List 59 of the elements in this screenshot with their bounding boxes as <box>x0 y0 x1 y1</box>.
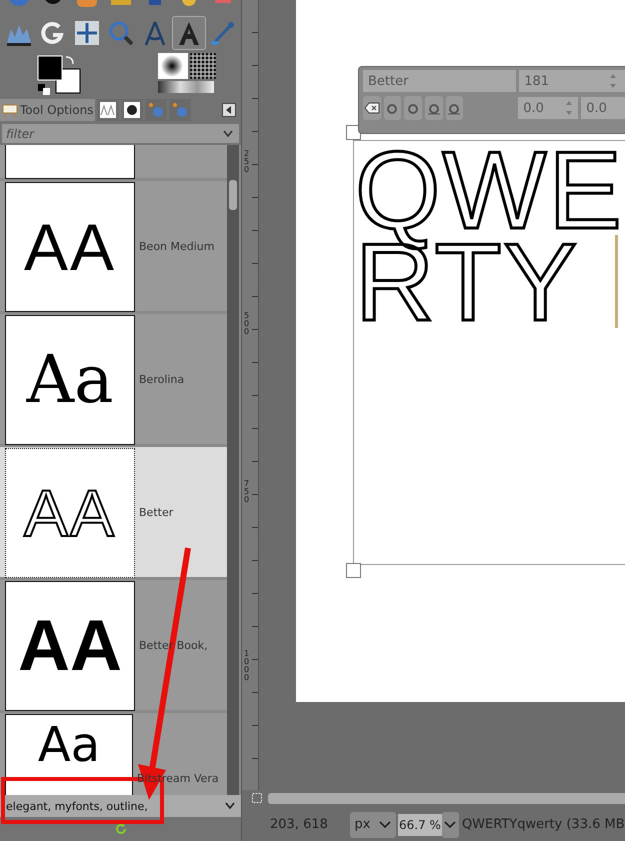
refresh-icon[interactable] <box>114 822 128 836</box>
move-icon <box>73 19 101 47</box>
font-icon <box>100 102 116 118</box>
strikethrough-button[interactable] <box>446 96 464 120</box>
easel-icon <box>2 103 18 117</box>
font-preview: AA <box>24 214 116 280</box>
font-list-item[interactable]: AA Better <box>0 447 227 577</box>
font-preview: Aa <box>38 721 100 769</box>
pattern-preview-icon[interactable] <box>190 53 216 79</box>
brush-preview-icon[interactable] <box>158 53 188 79</box>
italic-button[interactable] <box>404 96 422 120</box>
font-preview: Aa <box>26 347 114 413</box>
tab-menu-button[interactable] <box>222 103 236 117</box>
font-list-item[interactable]: AA Beon Medium <box>0 181 227 311</box>
font-list-item[interactable]: Aa Berolina <box>0 314 227 444</box>
unit-dropdown[interactable]: px <box>350 812 396 838</box>
tool-button[interactable] <box>172 16 206 50</box>
font-preview: AA <box>24 480 116 546</box>
resize-handle[interactable] <box>346 125 361 140</box>
font-name: Beon Medium <box>139 240 214 252</box>
underline-button[interactable] <box>424 96 443 120</box>
brush-icon <box>124 102 140 118</box>
ruler-label: 750 <box>244 480 250 504</box>
tag-field[interactable]: elegant, myfonts, outline, <box>0 795 241 817</box>
clear-icon <box>364 101 380 115</box>
scrollbar-thumb[interactable] <box>229 180 237 210</box>
horizontal-scrollbar[interactable] <box>268 792 625 804</box>
resize-handle[interactable] <box>346 563 361 578</box>
font-preview: AA <box>18 610 122 682</box>
zoom-field[interactable]: 66.7 % <box>398 814 442 836</box>
quick-mask-icon[interactable] <box>252 793 262 803</box>
ruler-label: 500 <box>244 312 250 336</box>
filter-dropdown-button[interactable] <box>217 124 239 143</box>
spinner-icon <box>565 99 574 117</box>
font-name: Better <box>139 506 174 518</box>
zoom-dropdown-button[interactable] <box>442 812 459 838</box>
gradient-preview-icon[interactable] <box>158 81 214 93</box>
image-title: QWERTYqwerty (33.6 MB <box>462 817 625 832</box>
caret-icon <box>379 820 392 828</box>
caret-icon <box>225 802 235 810</box>
path-icon <box>148 102 164 118</box>
path-icon <box>172 102 188 118</box>
font-name: Berolina <box>139 372 184 386</box>
caret-icon <box>223 130 233 138</box>
tool-options-tab[interactable]: Tool Options <box>0 99 96 121</box>
dock-tab[interactable] <box>121 99 144 121</box>
pointer-coordinates: 203, 618 <box>270 817 329 832</box>
letter-style-icon <box>446 101 462 115</box>
spinner-icon <box>609 72 618 90</box>
ruler-label: 1000 <box>244 650 250 682</box>
scrollbar[interactable] <box>227 145 239 795</box>
eyedropper-icon <box>209 19 237 47</box>
caret-icon <box>444 820 456 828</box>
ruler-label: 250 <box>244 150 250 174</box>
clear-style-button[interactable] <box>363 96 381 120</box>
letter-style-icon <box>426 101 442 115</box>
menu-icon <box>224 105 234 115</box>
filter-field[interactable]: filter <box>2 124 217 143</box>
magnifier-icon <box>107 19 135 47</box>
